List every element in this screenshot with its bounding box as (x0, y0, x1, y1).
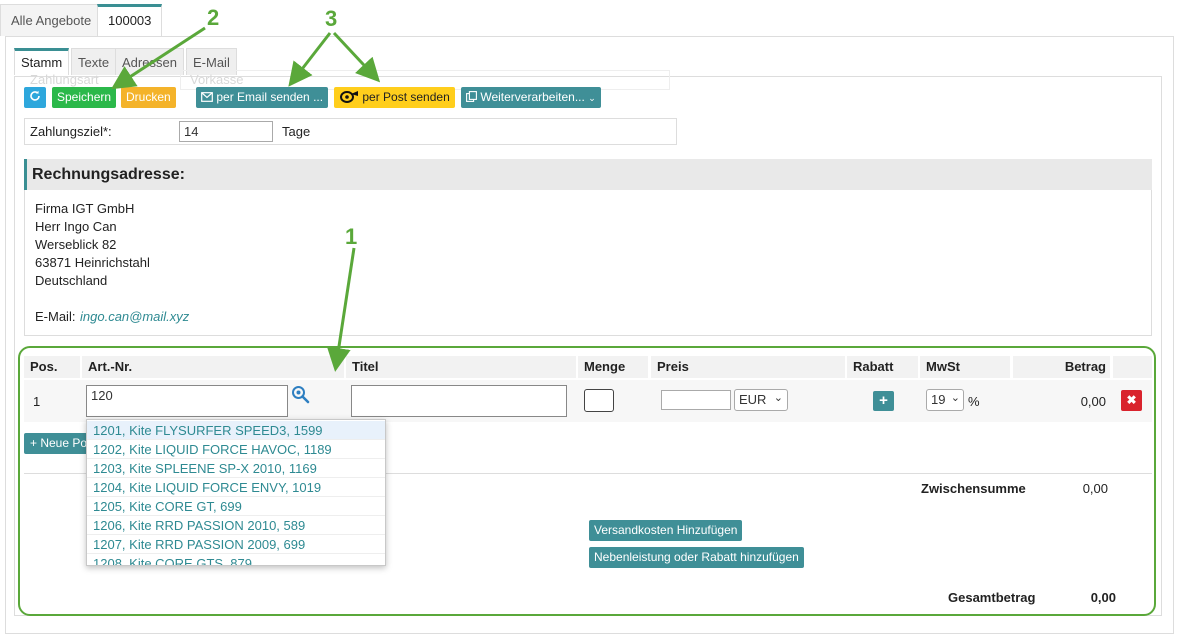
annotation-arrows (110, 26, 381, 372)
annotation-label-2: 2 (207, 5, 220, 30)
annotation-label-3: 3 (325, 6, 338, 31)
annotation-label-1: 1 (345, 224, 358, 249)
